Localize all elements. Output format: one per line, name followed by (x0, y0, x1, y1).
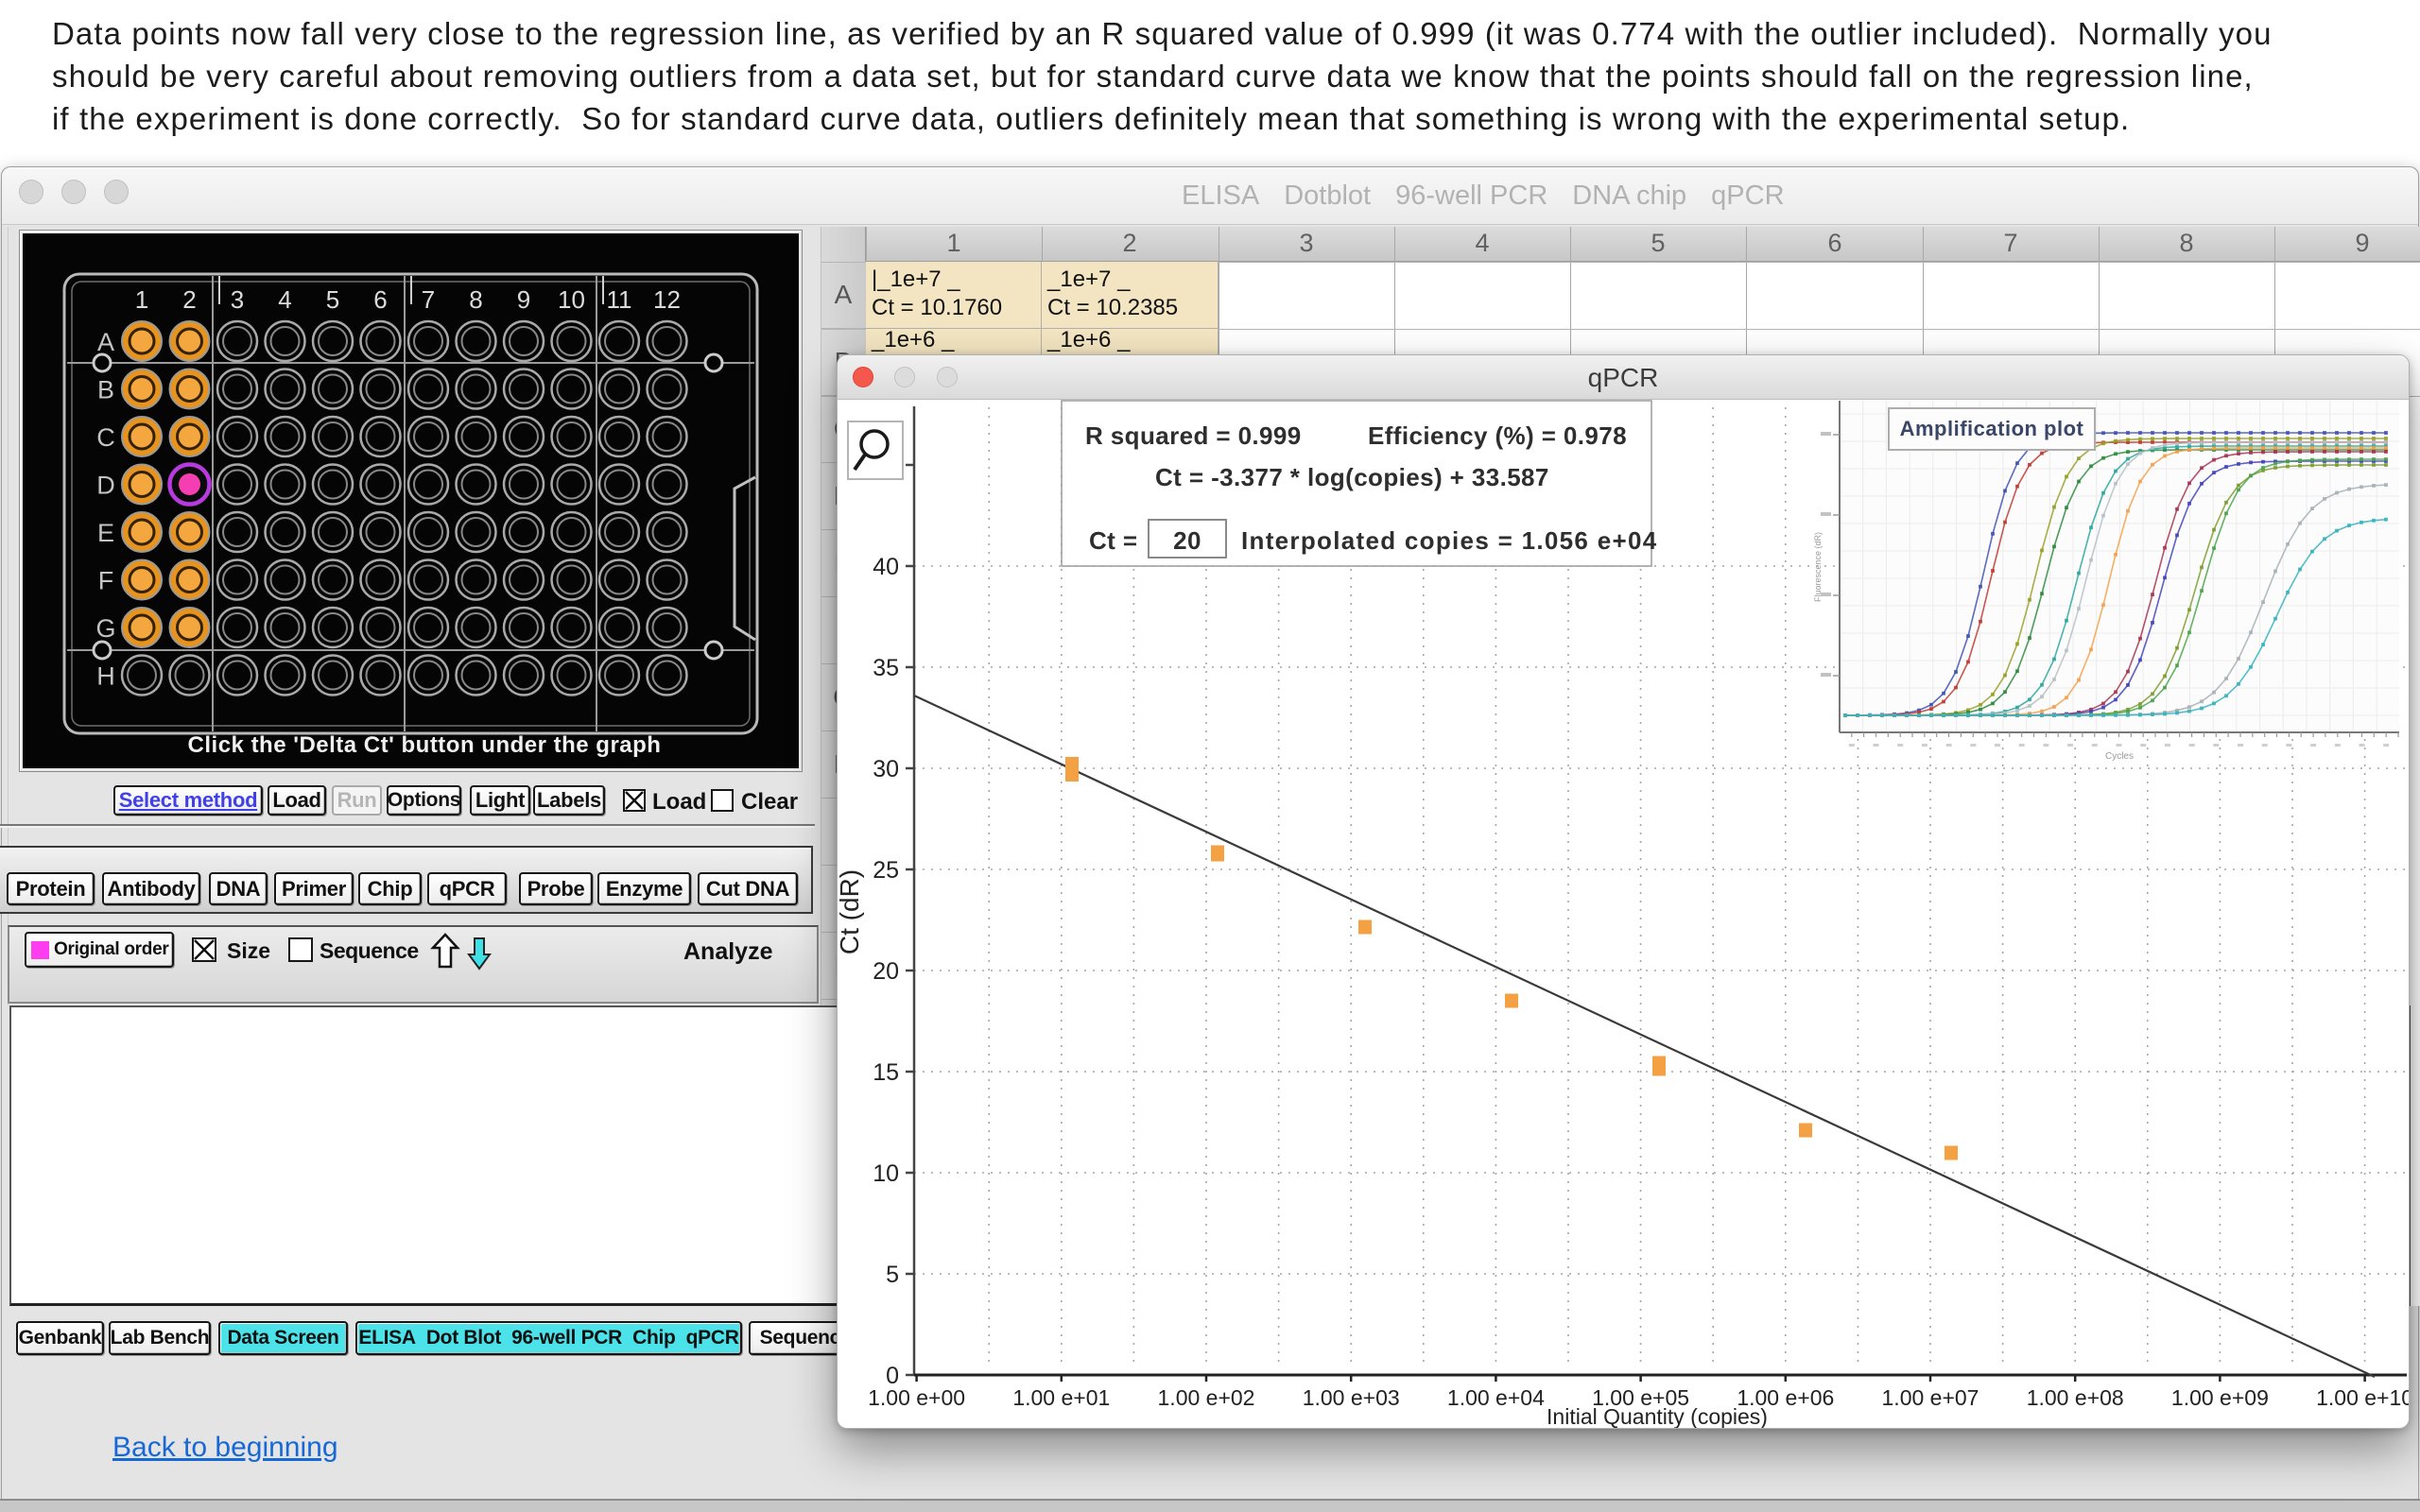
svg-text:D: D (96, 472, 115, 500)
svg-text:G: G (95, 614, 115, 643)
svg-text:Cycles: Cycles (2105, 751, 2134, 762)
svg-text:15: 15 (873, 1059, 899, 1086)
svg-text:4: 4 (278, 285, 291, 314)
svg-text:5: 5 (886, 1262, 899, 1288)
svg-text:20: 20 (1173, 526, 1201, 555)
svg-text:3: 3 (231, 285, 244, 314)
svg-text:A: A (97, 328, 114, 356)
svg-text:Ct (dR): Ct (dR) (838, 869, 864, 954)
svg-text:1: 1 (135, 285, 148, 314)
svg-text:1.00 e+07: 1.00 e+07 (1882, 1385, 1979, 1410)
svg-text:30: 30 (873, 756, 899, 782)
svg-text:12: 12 (653, 285, 681, 314)
svg-text:1.00 e+02: 1.00 e+02 (1158, 1385, 1255, 1410)
svg-text:6: 6 (373, 285, 387, 314)
svg-text:Ct =: Ct = (1089, 526, 1137, 555)
svg-text:1.00 e+03: 1.00 e+03 (1303, 1385, 1400, 1410)
svg-text:11: 11 (607, 285, 632, 314)
svg-text:Amplification plot: Amplification plot (1900, 417, 2084, 440)
svg-text:1.00 e+10: 1.00 e+10 (2316, 1385, 2409, 1410)
svg-text:Initial Quantity (copies): Initial Quantity (copies) (1547, 1404, 1768, 1428)
svg-text:1.00 e+00: 1.00 e+00 (868, 1385, 965, 1410)
svg-text:40: 40 (873, 554, 899, 580)
svg-text:B: B (97, 376, 114, 404)
svg-text:1.00 e+09: 1.00 e+09 (2171, 1385, 2269, 1410)
svg-text:Efficiency (%) = 0.978: Efficiency (%) = 0.978 (1368, 421, 1627, 450)
svg-text:R squared = 0.999: R squared = 0.999 (1085, 421, 1302, 450)
svg-text:C: C (96, 423, 115, 452)
svg-text:20: 20 (873, 958, 899, 985)
svg-text:10: 10 (558, 285, 585, 314)
svg-text:1.00 e+04: 1.00 e+04 (1447, 1385, 1545, 1410)
svg-text:Interpolated copies = 1.056 e+: Interpolated copies = 1.056 e+04 (1241, 526, 1657, 555)
svg-text:10: 10 (873, 1160, 899, 1187)
svg-text:8: 8 (469, 285, 482, 314)
svg-text:F: F (98, 567, 114, 595)
svg-text:7: 7 (422, 285, 435, 314)
svg-text:E: E (97, 519, 114, 547)
svg-text:5: 5 (326, 285, 339, 314)
svg-text:9: 9 (517, 285, 530, 314)
svg-text:Ct = -3.377 * log(copies) + 33: Ct = -3.377 * log(copies) + 33.587 (1155, 463, 1549, 491)
svg-text:25: 25 (873, 857, 899, 884)
svg-text:35: 35 (873, 655, 899, 681)
svg-text:1.00 e+08: 1.00 e+08 (2027, 1385, 2124, 1410)
svg-text:H: H (96, 662, 115, 691)
svg-text:Click the 'Delta Ct' button un: Click the 'Delta Ct' button under the gr… (188, 732, 662, 758)
svg-text:Fluorescence (dR): Fluorescence (dR) (1813, 532, 1823, 602)
svg-text:2: 2 (182, 285, 196, 314)
svg-text:1.00 e+01: 1.00 e+01 (1012, 1385, 1110, 1410)
